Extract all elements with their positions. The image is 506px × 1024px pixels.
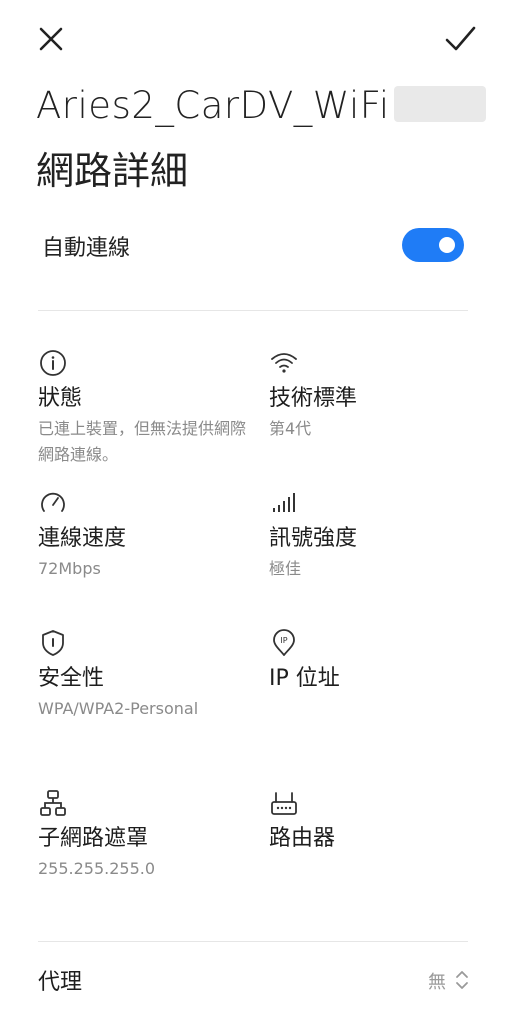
- detail-value: 72Mbps: [38, 559, 101, 578]
- confirm-button[interactable]: [442, 22, 478, 56]
- chevron-updown-icon[interactable]: [452, 966, 472, 994]
- detail-label: 子網路遮罩: [38, 826, 149, 851]
- detail-security: 安全性 WPA/WPA2-Personal: [38, 628, 258, 722]
- close-button[interactable]: [34, 22, 68, 56]
- ip-location-icon: IP: [269, 628, 299, 658]
- detail-label: IP 位址: [269, 666, 340, 691]
- detail-label: 路由器: [269, 826, 336, 851]
- network-name-title: Aries2_CarDV_WiFi: [36, 84, 486, 127]
- detail-value: WPA/WPA2-Personal: [38, 699, 199, 718]
- router-icon: [269, 788, 299, 818]
- detail-ip: IP IP 位址: [269, 628, 489, 696]
- detail-label: 訊號強度: [269, 526, 358, 551]
- divider: [38, 310, 468, 311]
- wifi-icon: [269, 348, 299, 378]
- close-icon: [39, 27, 63, 51]
- detail-subnet: 子網路遮罩 255.255.255.0: [38, 788, 258, 882]
- detail-signal: 訊號強度 極佳: [269, 488, 489, 582]
- auto-connect-row: 自動連線: [42, 228, 466, 264]
- ssid-redaction: [393, 86, 486, 122]
- checkmark-icon: [445, 26, 476, 51]
- toggle-knob: [439, 237, 455, 253]
- network-name: Aries2_CarDV_WiFi: [36, 84, 390, 127]
- detail-value: 255.255.255.0: [38, 859, 156, 878]
- subnet-network-icon: [38, 788, 68, 818]
- proxy-value[interactable]: 無: [428, 968, 446, 994]
- detail-label: 連線速度: [38, 526, 127, 551]
- detail-speed: 連線速度 72Mbps: [38, 488, 258, 582]
- page-subtitle: 網路詳細: [36, 149, 189, 193]
- top-bar: [0, 20, 506, 60]
- detail-label: 技術標準: [269, 386, 358, 411]
- divider: [38, 941, 468, 942]
- detail-router: 路由器: [269, 788, 489, 856]
- speedometer-icon: [38, 488, 68, 518]
- svg-text:IP: IP: [280, 636, 287, 645]
- detail-label: 狀態: [38, 386, 83, 411]
- info-icon: [38, 348, 68, 378]
- shield-icon: [38, 628, 68, 658]
- detail-value: 第4代: [269, 419, 312, 438]
- detail-label: 安全性: [38, 666, 105, 691]
- auto-connect-label: 自動連線: [42, 236, 131, 261]
- proxy-label: 代理: [38, 970, 83, 995]
- detail-value: 極佳: [269, 559, 302, 578]
- detail-value: 已連上裝置，但無法提供網際網路連線。: [38, 419, 247, 464]
- signal-strength-icon: [269, 488, 299, 518]
- detail-status: 狀態 已連上裝置，但無法提供網際網路連線。: [38, 348, 258, 468]
- detail-standard: 技術標準 第4代: [269, 348, 489, 442]
- auto-connect-toggle[interactable]: [402, 228, 464, 262]
